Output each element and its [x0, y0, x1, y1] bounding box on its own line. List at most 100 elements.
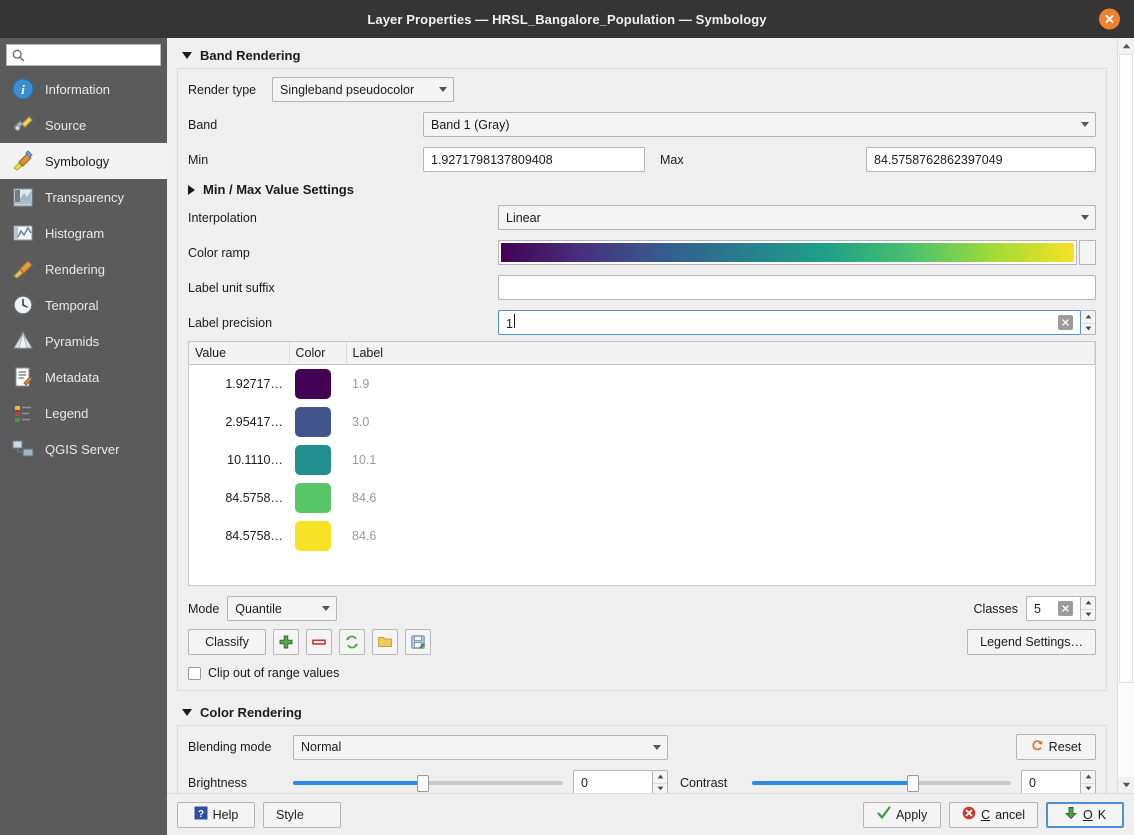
classify-button[interactable]: Classify: [188, 629, 266, 655]
color-rendering-section-header[interactable]: Color Rendering: [177, 703, 1107, 725]
reset-button[interactable]: Reset: [1016, 734, 1096, 760]
cancel-button[interactable]: Cancel: [949, 801, 1038, 828]
mode-select[interactable]: Quantile: [227, 596, 338, 621]
stepper-down-icon[interactable]: [1081, 782, 1095, 794]
cell-color[interactable]: [289, 441, 346, 479]
apply-button[interactable]: Apply: [863, 801, 942, 828]
sidebar-item-temporal[interactable]: Temporal: [0, 287, 167, 323]
remove-entry-icon[interactable]: [306, 629, 332, 655]
color-swatch: [295, 406, 331, 437]
sidebar-item-qgis-server[interactable]: QGIS Server: [0, 431, 167, 467]
classes-input[interactable]: 5: [1026, 596, 1081, 621]
minmax-value-settings-header[interactable]: Min / Max Value Settings: [188, 182, 1096, 205]
cell-color[interactable]: [289, 365, 346, 403]
color-ramp-dropdown-button[interactable]: [1079, 240, 1096, 265]
contrast-slider[interactable]: [752, 770, 1011, 793]
label-precision-input[interactable]: 1: [498, 310, 1081, 335]
ok-button[interactable]: OK: [1046, 801, 1124, 828]
contrast-stepper[interactable]: [1081, 770, 1096, 793]
cell-color[interactable]: [289, 403, 346, 441]
render-type-select[interactable]: Singleband pseudocolor: [272, 77, 454, 102]
slider-handle[interactable]: [906, 775, 919, 792]
reset-icon: [1031, 739, 1044, 755]
sidebar-item-legend[interactable]: Legend: [0, 395, 167, 431]
chevron-down-icon: [439, 87, 447, 92]
cell-color[interactable]: [289, 479, 346, 517]
stepper-down-icon[interactable]: [1081, 608, 1095, 621]
brightness-input[interactable]: 0: [573, 770, 653, 793]
stepper-up-icon[interactable]: [1081, 771, 1095, 783]
sidebar-item-symbology[interactable]: Symbology: [0, 143, 167, 179]
load-color-map-icon[interactable]: [372, 629, 398, 655]
legend-settings-button[interactable]: Legend Settings…: [967, 629, 1096, 655]
vertical-scrollbar[interactable]: [1117, 38, 1134, 793]
classification-table-container[interactable]: Value Color Label 1.92717… 1.9 2.95417… …: [188, 341, 1096, 586]
sidebar-item-information[interactable]: i Information: [0, 71, 167, 107]
scroll-down-icon[interactable]: [1118, 777, 1134, 793]
band-select[interactable]: Band 1 (Gray): [423, 112, 1096, 137]
scrollbar-track[interactable]: [1118, 54, 1134, 777]
column-header-value[interactable]: Value: [189, 342, 290, 365]
cell-label: 1.9: [352, 376, 370, 391]
sidebar-item-metadata[interactable]: Metadata: [0, 359, 167, 395]
max-input[interactable]: 84.5758762862397049: [866, 147, 1096, 172]
minmax-value-settings-title: Min / Max Value Settings: [203, 182, 354, 197]
add-entry-icon[interactable]: [273, 629, 299, 655]
sidebar-item-histogram[interactable]: Histogram: [0, 215, 167, 251]
column-header-color[interactable]: Color: [289, 342, 347, 365]
transparency-icon: [11, 185, 35, 209]
contrast-input[interactable]: 0: [1021, 770, 1081, 793]
table-row[interactable]: 84.5758… 84.6: [189, 479, 1095, 517]
label-precision-stepper[interactable]: [1081, 310, 1096, 335]
label-precision-row: Label precision 1: [188, 310, 1096, 335]
clear-icon[interactable]: [1058, 601, 1073, 616]
style-button[interactable]: Style: [263, 801, 341, 828]
chevron-down-icon: [182, 52, 192, 59]
sort-entries-icon[interactable]: [339, 629, 365, 655]
stepper-down-icon[interactable]: [653, 782, 667, 794]
column-header-label[interactable]: Label: [346, 342, 1095, 365]
clip-out-of-range-checkbox[interactable]: [188, 666, 201, 680]
cancel-label-underline: C: [981, 807, 991, 822]
stepper-up-icon[interactable]: [653, 771, 667, 783]
slider-handle[interactable]: [416, 775, 429, 792]
interpolation-select[interactable]: Linear: [498, 205, 1096, 230]
brightness-stepper[interactable]: [653, 770, 668, 793]
help-button[interactable]: ? Help: [177, 801, 255, 828]
save-color-map-icon[interactable]: [405, 629, 431, 655]
stepper-up-icon[interactable]: [1081, 311, 1095, 323]
brightness-label: Brightness: [188, 775, 248, 790]
label-unit-suffix-input[interactable]: [498, 275, 1096, 300]
stepper-up-icon[interactable]: [1081, 597, 1095, 609]
min-input[interactable]: 1.9271798137809408: [423, 147, 645, 172]
color-rendering-panel: Blending mode Normal Reset Brightness 0 …: [177, 725, 1107, 793]
classes-stepper[interactable]: [1081, 596, 1096, 621]
sidebar-item-source[interactable]: Source: [0, 107, 167, 143]
stepper-down-icon[interactable]: [1081, 322, 1095, 335]
clear-icon[interactable]: [1058, 315, 1073, 330]
sidebar-item-pyramids[interactable]: Pyramids: [0, 323, 167, 359]
table-row[interactable]: 10.1110… 10.1: [189, 441, 1095, 479]
cell-color[interactable]: [289, 517, 346, 555]
check-icon: [877, 806, 891, 823]
color-ramp-label: Color ramp: [188, 245, 250, 260]
color-ramp-row: Color ramp: [188, 240, 1096, 265]
color-swatch: [295, 482, 331, 513]
close-icon[interactable]: [1099, 8, 1120, 30]
sidebar-item-transparency[interactable]: Transparency: [0, 179, 167, 215]
blending-mode-select[interactable]: Normal: [293, 734, 668, 760]
scrollbar-thumb[interactable]: [1119, 54, 1133, 683]
color-swatch: [295, 368, 331, 399]
sidebar-item-rendering[interactable]: Rendering: [0, 251, 167, 287]
search-input[interactable]: [29, 48, 155, 62]
table-row[interactable]: 84.5758… 84.6: [189, 517, 1095, 555]
clip-out-of-range-row[interactable]: Clip out of range values: [188, 666, 1096, 680]
band-rendering-section-header[interactable]: Band Rendering: [177, 46, 1107, 68]
brightness-slider[interactable]: [293, 770, 563, 793]
scroll-up-icon[interactable]: [1118, 38, 1134, 54]
table-row[interactable]: 1.92717… 1.9: [189, 365, 1095, 403]
search-box[interactable]: [6, 44, 161, 66]
color-ramp-preview[interactable]: [498, 240, 1077, 265]
sidebar-item-label: Source: [45, 117, 87, 133]
table-row[interactable]: 2.95417… 3.0: [189, 403, 1095, 441]
